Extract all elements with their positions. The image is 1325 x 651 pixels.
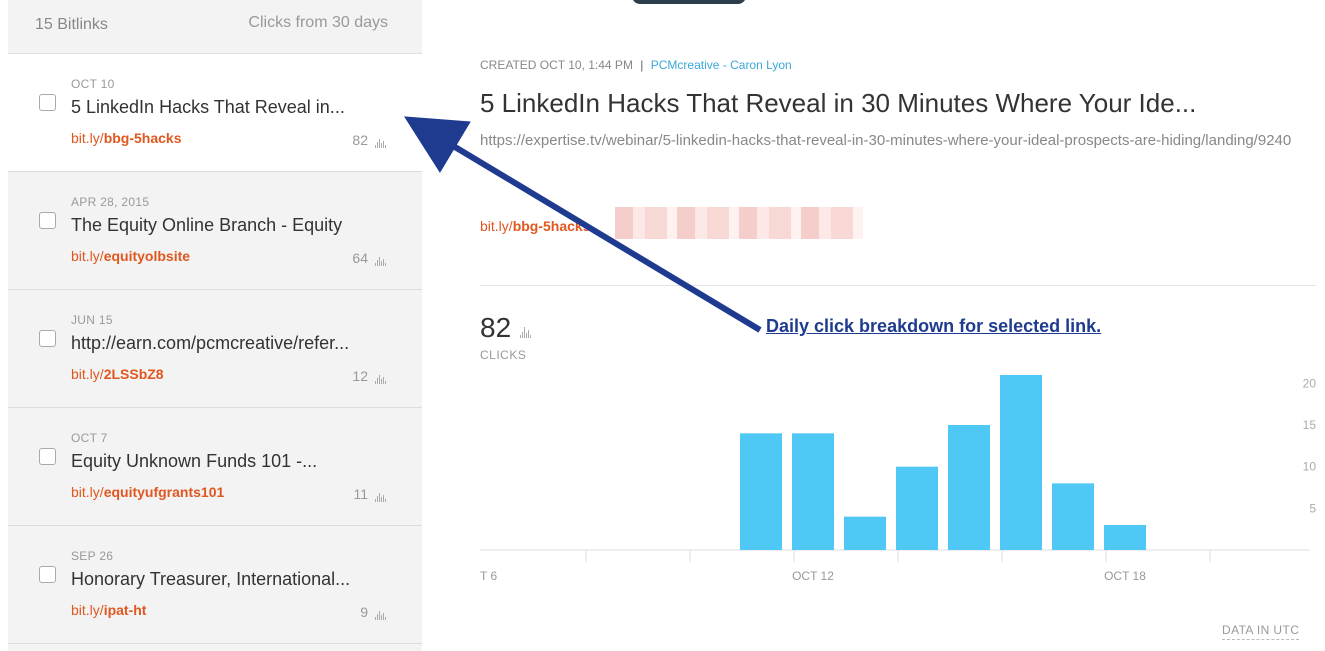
- link-title: Honorary Treasurer, International...: [71, 569, 351, 589]
- annotation-text: Daily click breakdown for selected link.: [766, 316, 1102, 336]
- chart-bar[interactable]: [844, 516, 886, 550]
- created-date: CREATED OCT 10, 1:44 PM: [480, 58, 633, 72]
- click-count: 11: [353, 486, 368, 502]
- top-tab-button[interactable]: [632, 0, 746, 4]
- chart-bar[interactable]: [948, 425, 990, 550]
- chart-bar[interactable]: [896, 466, 938, 550]
- total-clicks: 82: [480, 312, 532, 344]
- created-info: CREATED OCT 10, 1:44 PM | PCMcreative - …: [480, 58, 792, 72]
- link-date: OCT 10: [71, 77, 115, 91]
- link-detail-title: 5 LinkedIn Hacks That Reveal in 30 Minut…: [480, 88, 1197, 118]
- sidebar-header: 15 Bitlinks Clicks from 30 days: [8, 0, 422, 54]
- y-tick-label: 5: [1309, 501, 1316, 515]
- data-in-utc-note: DATA IN UTC: [1222, 623, 1300, 640]
- short-link-hash: equityufgrants101: [103, 484, 225, 500]
- bar-chart-icon: [520, 326, 532, 338]
- link-title: Equity Unknown Funds 101 -...: [71, 451, 318, 471]
- click-count: 82: [352, 132, 368, 148]
- owner-link[interactable]: PCMcreative - Caron Lyon: [651, 58, 792, 72]
- short-link-prefix: bit.ly/: [71, 366, 104, 382]
- daily-clicks-chart: T 6 OCT 12 OCT 18 5 10 15 20: [480, 375, 1317, 583]
- clicks-period-filter[interactable]: Clicks from 30 days: [248, 14, 388, 32]
- link-list-item[interactable]: APR 28, 2015 The Equity Online Branch - …: [8, 172, 422, 290]
- separator: |: [640, 58, 644, 72]
- long-url[interactable]: https://expertise.tv/webinar/5-linkedin-…: [480, 130, 1310, 152]
- x-tick-label: T 6: [480, 569, 497, 583]
- select-checkbox[interactable]: [39, 330, 56, 347]
- y-tick-label: 20: [1303, 376, 1317, 390]
- select-checkbox[interactable]: [39, 566, 56, 583]
- link-date: SEP 26: [71, 549, 114, 563]
- bar-chart-icon: [375, 492, 386, 502]
- bar-chart-icon: [375, 256, 386, 266]
- chart-bar[interactable]: [1052, 483, 1094, 550]
- bitlinks-count: 15 Bitlinks: [35, 16, 108, 33]
- y-tick-label: 10: [1303, 460, 1317, 474]
- bar-chart-icon: [375, 138, 386, 148]
- link-date: JUN 15: [71, 313, 113, 327]
- link-list-item[interactable]: JUN 15 http://earn.com/pcmcreative/refer…: [8, 290, 422, 408]
- short-link[interactable]: bit.ly/equityufgrants101: [71, 484, 224, 500]
- short-link-prefix: bit.ly/: [71, 248, 104, 264]
- select-checkbox[interactable]: [39, 448, 56, 465]
- link-list-item[interactable]: SEP 26 Honorary Treasurer, International…: [8, 526, 422, 644]
- redacted-area: [615, 207, 863, 239]
- short-link[interactable]: bit.ly/bbg-5hacks: [71, 130, 182, 146]
- short-link-prefix: bit.ly/: [71, 602, 104, 618]
- short-link-hash: equityolbsite: [103, 248, 191, 264]
- x-tick-label: OCT 18: [1104, 569, 1146, 583]
- bar-chart-icon: [375, 374, 386, 384]
- short-link-prefix: bit.ly/: [480, 218, 513, 234]
- click-count: 9: [360, 604, 368, 620]
- chart-bar[interactable]: [740, 433, 782, 550]
- bitlinks-sidebar: 15 Bitlinks Clicks from 30 days OCT 10 5…: [8, 0, 422, 651]
- x-tick-label: OCT 12: [792, 569, 834, 583]
- short-link-hash: 2LSSbZ8: [103, 366, 164, 382]
- link-clicks: 11: [353, 486, 386, 502]
- short-link-prefix: bit.ly/: [71, 484, 104, 500]
- bar-chart-icon: [375, 610, 386, 620]
- link-clicks: 64: [352, 250, 386, 266]
- short-link-hash: bbg-5hacks: [512, 218, 591, 234]
- link-list-item[interactable]: OCT 10 5 LinkedIn Hacks That Reveal in..…: [8, 54, 422, 172]
- link-date: APR 28, 2015: [71, 195, 150, 209]
- link-date: OCT 7: [71, 431, 108, 445]
- link-title: 5 LinkedIn Hacks That Reveal in...: [71, 97, 345, 117]
- chart-bar[interactable]: [1104, 525, 1146, 550]
- short-link-hash: bbg-5hacks: [103, 130, 182, 146]
- select-checkbox[interactable]: [39, 94, 56, 111]
- link-list-item[interactable]: OCT 7 Equity Unknown Funds 101 -... bit.…: [8, 408, 422, 526]
- chart-bar[interactable]: [792, 433, 834, 550]
- short-link-prefix: bit.ly/: [71, 130, 104, 146]
- select-checkbox[interactable]: [39, 212, 56, 229]
- y-tick-label: 15: [1303, 418, 1317, 432]
- total-clicks-value: 82: [480, 312, 512, 343]
- detail-short-link[interactable]: bit.ly/bbg-5hacks: [480, 218, 591, 234]
- chart-bar[interactable]: [1000, 375, 1042, 550]
- click-count: 12: [352, 368, 368, 384]
- link-clicks: 82: [352, 132, 386, 148]
- short-link[interactable]: bit.ly/2LSSbZ8: [71, 366, 164, 382]
- short-link[interactable]: bit.ly/ipat-ht: [71, 602, 146, 618]
- link-clicks: 12: [352, 368, 386, 384]
- divider: [480, 285, 1316, 286]
- link-clicks: 9: [360, 604, 386, 620]
- short-link[interactable]: bit.ly/equityolbsite: [71, 248, 190, 264]
- short-link-hash: ipat-ht: [103, 602, 147, 618]
- link-title: The Equity Online Branch - Equity: [71, 215, 343, 235]
- link-title: http://earn.com/pcmcreative/refer...: [71, 333, 350, 353]
- click-count: 64: [352, 250, 368, 266]
